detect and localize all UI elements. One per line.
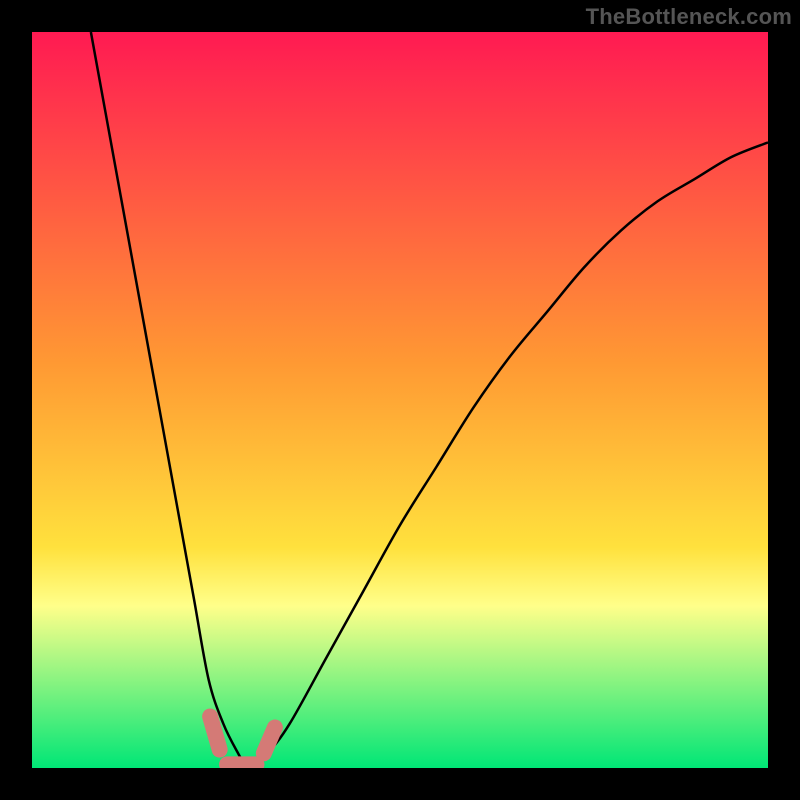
chart-svg [32, 32, 768, 768]
chart-plot-area [32, 32, 768, 768]
highlight-right [264, 728, 275, 754]
highlight-left [210, 716, 220, 749]
chart-background [32, 32, 768, 768]
watermark: TheBottleneck.com [586, 4, 792, 30]
